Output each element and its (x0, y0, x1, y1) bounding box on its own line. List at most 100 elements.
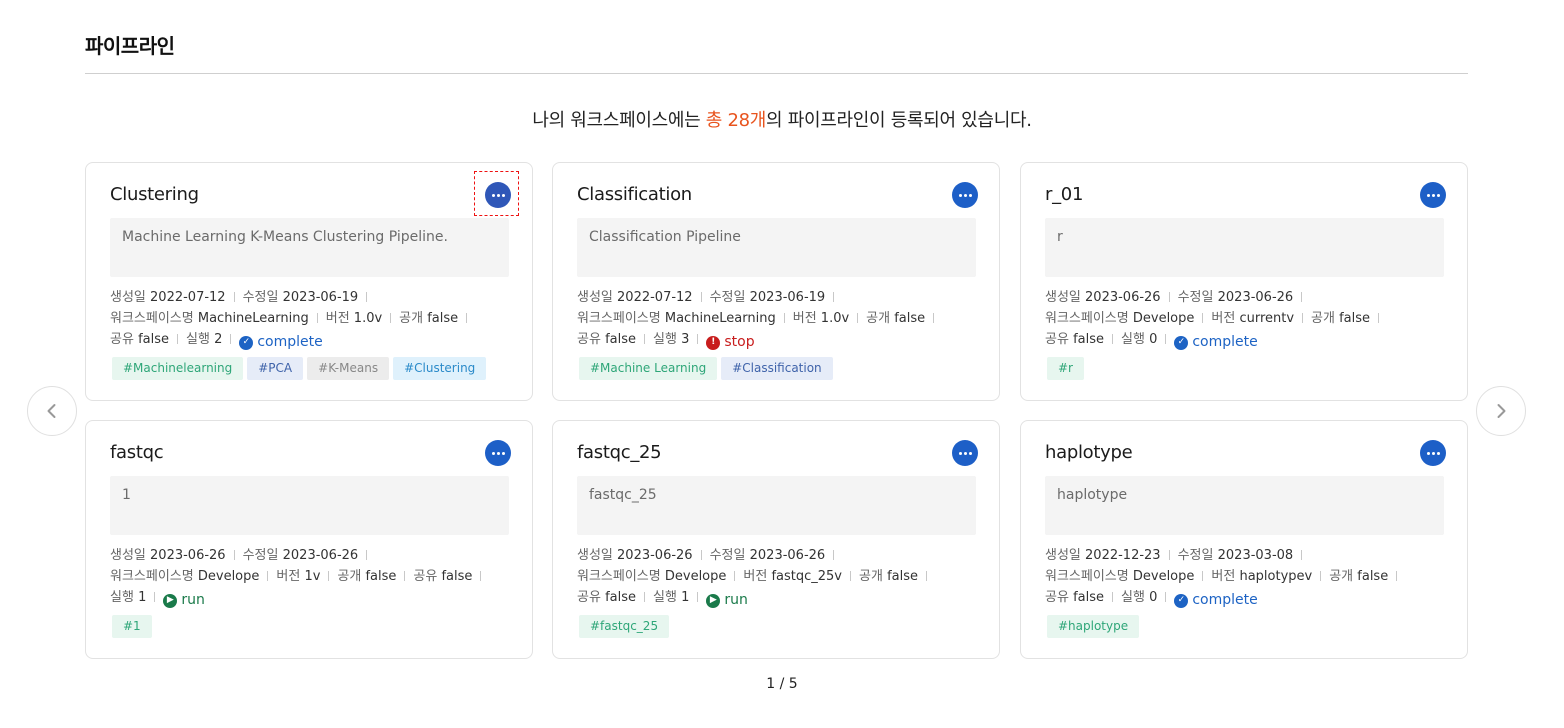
meta-label-runs: 실행 (110, 590, 134, 605)
pipeline-description: r (1045, 218, 1444, 277)
meta-separator (404, 571, 406, 581)
pipeline-tag[interactable]: #Clustering (393, 357, 487, 380)
meta-label-public: 공개 (859, 569, 883, 584)
meta-separator (154, 592, 156, 602)
meta-label-runs: 실행 (1121, 590, 1145, 605)
pipeline-tag[interactable]: #1 (112, 615, 152, 638)
pipeline-card[interactable]: fastqc_25 fastqc_25 생성일 2023-06-26 수정일 2023… (552, 420, 1000, 659)
more-options-button[interactable] (485, 440, 511, 466)
more-horizontal-icon (958, 451, 962, 455)
meta-label-version: 버전 (325, 311, 350, 326)
title-divider (85, 73, 1468, 74)
more-horizontal-icon-dot (501, 451, 505, 455)
next-page-button[interactable] (1476, 386, 1526, 436)
meta-label-modified: 수정일 (242, 548, 279, 563)
meta-label-shared: 공유 (413, 569, 438, 584)
pipeline-tag[interactable]: #Machinelearning (112, 357, 244, 380)
more-horizontal-icon-dot (496, 451, 500, 455)
meta-label-modified: 수정일 (1177, 290, 1214, 305)
run-status-label: run (181, 592, 205, 608)
pipeline-card-title[interactable]: fastqc (110, 442, 164, 463)
meta-separator (1165, 592, 1167, 602)
meta-label-workspace: 워크스페이스명 (577, 311, 661, 326)
meta-label-version: 버전 (1211, 569, 1236, 584)
meta-value-created: 2023-06-26 (1085, 290, 1161, 305)
pipeline-tag[interactable]: #PCA (247, 357, 304, 380)
meta-label-workspace: 워크스페이스명 (110, 311, 194, 326)
play-circle-icon: ▶ (163, 593, 178, 608)
meta-label-version: 버전 (1211, 311, 1236, 326)
pipeline-card-title[interactable]: Clustering (110, 184, 199, 205)
pipeline-description: haplotype (1045, 476, 1444, 535)
meta-label-shared: 공유 (1045, 332, 1069, 347)
pipeline-description: Classification Pipeline (577, 218, 976, 277)
meta-label-public: 공개 (337, 569, 362, 584)
more-horizontal-icon-dot (496, 193, 500, 197)
meta-label-shared: 공유 (1045, 590, 1069, 605)
pipeline-card-title[interactable]: r_01 (1045, 184, 1083, 205)
more-horizontal-icon (958, 193, 962, 197)
meta-value-workspace: MachineLearning (664, 311, 776, 326)
more-horizontal-icon-dot (963, 451, 967, 455)
pipeline-tag[interactable]: #Machine Learning (579, 357, 718, 380)
pipeline-card-title[interactable]: haplotype (1045, 442, 1133, 463)
meta-separator (1112, 334, 1113, 344)
more-horizontal-icon-dot (501, 193, 505, 197)
more-options-button[interactable] (1420, 182, 1446, 208)
meta-value-shared: false (138, 332, 169, 347)
pipeline-tags: #r (1047, 357, 1084, 380)
run-status: ▶ run (706, 590, 748, 611)
meta-separator (783, 313, 785, 323)
pipeline-card[interactable]: Classification Classification Pipeline 생성일… (552, 162, 1000, 401)
pipeline-card-title[interactable]: Classification (577, 184, 692, 205)
pipeline-tag[interactable]: #r (1047, 357, 1084, 380)
meta-separator (316, 313, 318, 323)
meta-value-runs: 2 (214, 332, 223, 347)
pipeline-tag[interactable]: #Classification (721, 357, 833, 380)
pipeline-description: 1 (110, 476, 509, 535)
meta-value-version: 1.0v (353, 311, 383, 326)
run-status: ▶ run (163, 590, 205, 611)
pipeline-tag[interactable]: #haplotype (1047, 615, 1140, 638)
meta-label-runs: 실행 (1121, 332, 1145, 347)
meta-separator (697, 334, 699, 344)
meta-value-shared: false (605, 332, 636, 347)
meta-label-created: 생성일 (110, 548, 146, 563)
check-circle-icon: ✓ (1174, 593, 1189, 608)
meta-label-version: 버전 (276, 569, 301, 584)
pipeline-meta: 생성일 2023-06-26 수정일 2023-06-26 워크스페이스명 Deve… (577, 545, 987, 611)
pipeline-card[interactable]: r_01 r 생성일 2023-06-26 수정일 2023-06-26 워크스페이스명… (1020, 162, 1468, 401)
pipeline-tags: #1 (112, 615, 152, 638)
meta-value-shared: false (605, 590, 636, 605)
run-status: ✓ complete (1174, 590, 1258, 611)
more-options-button[interactable] (1420, 440, 1446, 466)
pipeline-tag[interactable]: #fastqc_25 (579, 615, 670, 638)
meta-label-created: 생성일 (1045, 290, 1081, 305)
pipeline-card-title[interactable]: fastqc_25 (577, 442, 662, 463)
run-status-label: stop (724, 334, 755, 350)
pipeline-card[interactable]: Clustering Machine Learning K-Means Clust… (85, 162, 533, 401)
meta-value-workspace: Develope (197, 569, 260, 584)
meta-value-version: currentv (1239, 311, 1295, 326)
meta-value-public: false (1357, 569, 1389, 584)
pipeline-tag[interactable]: #K-Means (307, 357, 390, 380)
meta-separator (700, 550, 702, 560)
more-options-button[interactable] (485, 182, 511, 208)
prev-page-button[interactable] (27, 386, 77, 436)
meta-label-runs: 실행 (653, 590, 677, 605)
meta-separator (857, 313, 859, 323)
meta-separator (1301, 292, 1303, 302)
meta-label-workspace: 워크스페이스명 (110, 569, 194, 584)
run-status-label: run (724, 592, 748, 608)
meta-separator (1165, 334, 1167, 344)
pipeline-card[interactable]: fastqc 1 생성일 2023-06-26 수정일 2023-06-26 워크스페이… (85, 420, 533, 659)
more-horizontal-icon-dot (968, 193, 972, 197)
more-options-button[interactable] (952, 182, 978, 208)
meta-value-public: false (427, 311, 459, 326)
meta-value-version: fastqc_25v (771, 569, 843, 584)
more-options-button[interactable] (952, 440, 978, 466)
meta-label-created: 생성일 (110, 290, 146, 305)
more-horizontal-icon (491, 451, 495, 455)
more-horizontal-icon-dot (1436, 193, 1440, 197)
pipeline-card[interactable]: haplotype haplotype 생성일 2022-12-23 수정일 2023… (1020, 420, 1468, 659)
